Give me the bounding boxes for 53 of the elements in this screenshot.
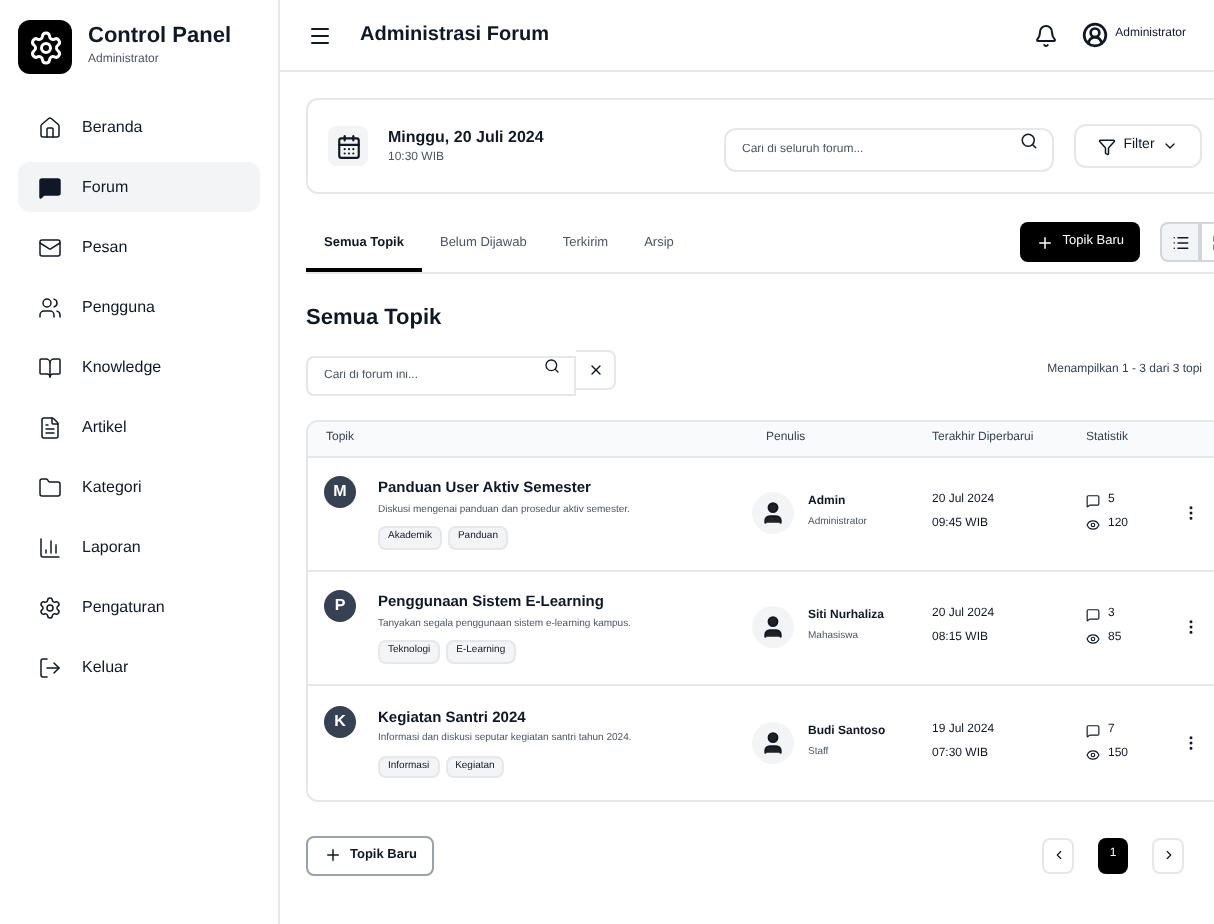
sidebar-item[interactable]: Beranda	[18, 102, 260, 152]
topic-initial-avatar: K	[324, 705, 356, 738]
logout-icon	[38, 655, 62, 679]
bar-chart-icon	[38, 535, 62, 559]
users-icon	[38, 295, 62, 319]
menu-icon[interactable]	[308, 23, 332, 47]
sidebar-item[interactable]: Knowledge	[18, 342, 260, 392]
search-icon[interactable]	[544, 357, 560, 373]
filter-icon	[1097, 137, 1116, 155]
section-title: Semua Topik	[306, 304, 444, 334]
user-avatar-icon	[752, 721, 794, 763]
comment-icon	[1086, 608, 1100, 622]
topic-initial-avatar: P	[324, 590, 356, 623]
brand-title: Control Panel	[88, 24, 232, 52]
list-icon	[1171, 233, 1189, 251]
eye-icon	[1086, 518, 1100, 532]
eye-icon	[1086, 632, 1100, 646]
settings-icon	[38, 595, 62, 619]
user-avatar-icon	[752, 606, 794, 648]
calendar-icon	[328, 126, 368, 166]
page-title: Administrasi Forum	[360, 22, 549, 50]
clear-search-button[interactable]	[576, 350, 616, 390]
eye-icon	[1086, 747, 1100, 761]
document-icon	[38, 415, 62, 439]
topic-initial-avatar: M	[324, 476, 356, 509]
date-text: Minggu, 20 Juli 2024	[388, 125, 544, 149]
bell-icon[interactable]	[1033, 23, 1058, 47]
list-view-button[interactable]	[1160, 222, 1200, 262]
plus-icon	[324, 846, 342, 864]
chevron-left-icon	[1051, 848, 1065, 862]
comment-icon	[1086, 494, 1100, 508]
sidebar-item[interactable]: Keluar	[18, 642, 260, 692]
chevron-down-icon	[1162, 138, 1179, 154]
sidebar-item[interactable]: Forum	[18, 162, 260, 212]
sidebar-item[interactable]: Pengguna	[18, 282, 260, 332]
gear-logo-icon	[18, 20, 72, 74]
chevron-right-icon	[1161, 848, 1175, 862]
book-icon	[38, 355, 62, 379]
close-icon	[587, 362, 603, 378]
user-avatar-icon	[752, 492, 794, 534]
sidebar-item[interactable]: Artikel	[18, 402, 260, 452]
mail-icon	[38, 235, 62, 259]
search-icon[interactable]	[1020, 132, 1038, 150]
sidebar-item[interactable]: Pengaturan	[18, 582, 260, 632]
user-avatar-icon[interactable]	[1081, 22, 1108, 48]
sidebar-item[interactable]: Pesan	[18, 222, 260, 272]
home-icon	[38, 115, 62, 139]
plus-icon	[1036, 233, 1055, 251]
folder-icon	[38, 475, 62, 499]
sidebar-item[interactable]: Kategori	[18, 462, 260, 512]
chat-icon	[38, 175, 62, 199]
sidebar-item[interactable]: Laporan	[18, 522, 260, 572]
comment-icon	[1086, 723, 1100, 737]
